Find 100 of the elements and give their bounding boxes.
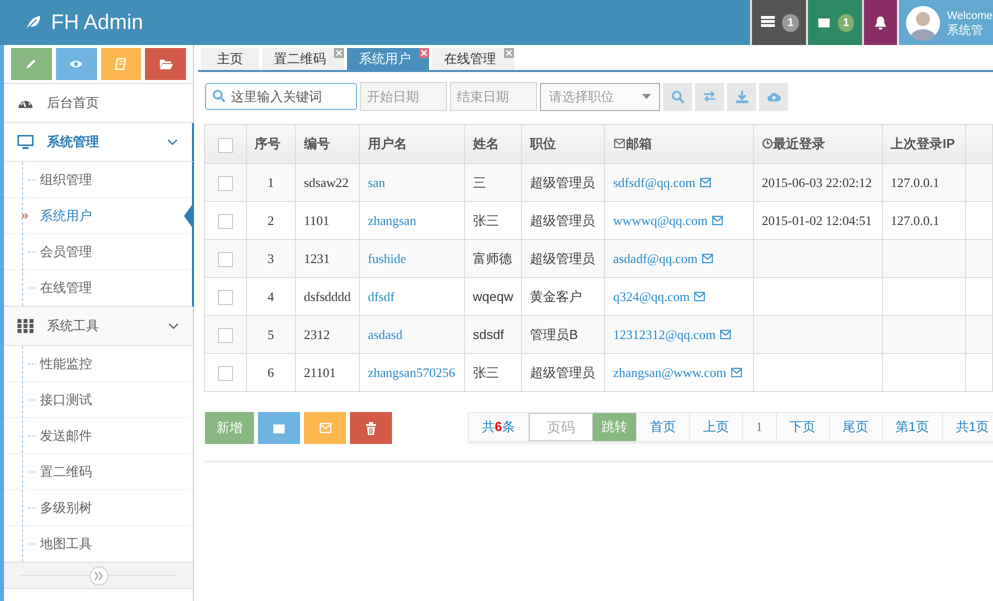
dash-icon (28, 435, 36, 437)
page-number-field[interactable]: 页码 (529, 413, 594, 441)
welcome-text: Welcome (947, 8, 993, 22)
start-date-field[interactable]: 开始日期 (360, 82, 447, 111)
dash-icon (28, 543, 36, 545)
table-cell: 3 (268, 250, 274, 266)
table-cell: 张三 (472, 364, 499, 380)
table-cell: 127.0.0.1 (890, 212, 940, 228)
end-date-field[interactable]: 结束日期 (450, 82, 537, 111)
table-cell: 2015-06-03 22:02:12 (762, 174, 872, 190)
checkbox[interactable] (218, 328, 233, 344)
username-link[interactable]: dfsdf (368, 288, 395, 304)
checkbox[interactable] (218, 366, 233, 382)
checkbox[interactable] (218, 214, 233, 230)
table-cell: sdsaw22 (304, 174, 349, 190)
eye-button[interactable] (56, 48, 96, 80)
collapse-toggle-icon (88, 566, 108, 586)
column-header[interactable]: 用户名 (368, 136, 407, 152)
submenu-item[interactable]: 置二维码 (4, 454, 193, 490)
submenu-item[interactable]: 发送邮件 (4, 418, 193, 454)
menu-label: 后台首页 (47, 94, 100, 112)
tab[interactable]: 在线管理 (432, 48, 514, 70)
column-header[interactable]: 编号 (304, 136, 330, 152)
table-cell: 超级管理员 (530, 250, 596, 266)
checkbox[interactable] (218, 290, 233, 306)
folder-button[interactable] (145, 48, 186, 80)
book-button[interactable] (100, 48, 142, 80)
menu-item[interactable]: 系统管理 (4, 123, 194, 162)
tab[interactable]: 置二维码 (262, 48, 344, 70)
exchange-button[interactable] (695, 82, 724, 110)
table-cell: 1231 (304, 250, 330, 266)
chevron-down-icon (168, 322, 179, 330)
grid-icon (16, 318, 35, 334)
email-button[interactable] (304, 412, 346, 444)
table-cell: sdsdf (472, 326, 504, 342)
delete-button[interactable] (350, 412, 392, 444)
table-cell: 21101 (304, 364, 336, 380)
upload-button[interactable] (759, 82, 788, 110)
book-icon (114, 57, 128, 71)
submenu-item[interactable]: 多级别树 (4, 490, 193, 526)
submenu-item[interactable]: 会员管理 (4, 234, 192, 270)
table-cell: 管理员B (530, 326, 578, 342)
close-icon (504, 48, 514, 58)
jump-button[interactable]: 跳转 (593, 413, 636, 441)
current-page[interactable]: 1 (742, 413, 776, 441)
submenu-item[interactable]: 地图工具 (4, 526, 193, 562)
table-cell: 6 (268, 364, 274, 380)
download-button[interactable] (727, 82, 756, 110)
double-chevron-icon (21, 212, 29, 220)
notification-button[interactable] (862, 0, 897, 45)
username-link[interactable]: asdasd (368, 326, 402, 342)
submenu-item[interactable]: 性能监控 (4, 346, 193, 382)
search-button[interactable] (663, 82, 692, 110)
notification-button[interactable]: 1 (806, 0, 862, 45)
dash-icon (28, 179, 36, 181)
page-link[interactable]: 首页 (636, 413, 690, 441)
submenu-item[interactable]: 接口测试 (4, 382, 193, 418)
table-cell: 超级管理员 (530, 212, 596, 228)
table-cell: 黄金客户 (530, 288, 582, 304)
tab[interactable]: 主页 (201, 48, 259, 70)
username-link[interactable]: san (368, 174, 386, 190)
cloud-upload-icon (765, 90, 782, 103)
monitor-icon (16, 134, 35, 150)
folder-icon (158, 57, 173, 71)
menu-label: 系统管理 (47, 133, 100, 152)
notification-button[interactable]: 1 (750, 0, 806, 45)
column-header[interactable]: 邮箱 (613, 136, 652, 152)
bell-icon (873, 14, 888, 30)
column-header[interactable]: 姓名 (472, 136, 499, 152)
submenu-item[interactable]: 在线管理 (4, 270, 192, 306)
message-button[interactable] (258, 412, 300, 444)
dash-icon (28, 471, 36, 473)
menu-item[interactable]: 系统工具 (4, 307, 193, 346)
column-header[interactable]: 最近登录 (762, 136, 825, 152)
dash-icon (28, 507, 36, 509)
pencil-button[interactable] (11, 48, 52, 80)
brand-title: FH Admin (51, 10, 144, 36)
page-link[interactable]: 上页 (689, 413, 742, 441)
page-link[interactable]: 下页 (776, 413, 829, 441)
checkbox[interactable] (218, 138, 233, 153)
username-link[interactable]: zhangsan (368, 212, 416, 228)
role-select[interactable]: 请选择职位 (540, 82, 660, 110)
add-button[interactable]: 新增 (205, 412, 254, 444)
table-cell: 超级管理员 (530, 174, 596, 190)
submenu-item[interactable]: 系统用户 (4, 198, 192, 234)
tab[interactable]: 系统用户 (347, 48, 429, 70)
column-header[interactable]: 职位 (530, 136, 556, 152)
page-link[interactable]: 第1页 (882, 413, 942, 441)
count-badge: 1 (782, 14, 799, 32)
page-link[interactable]: 共1页 (942, 413, 993, 441)
username-link[interactable]: fushide (368, 250, 406, 266)
checkbox[interactable] (218, 252, 233, 268)
submenu-item[interactable]: 组织管理 (4, 162, 192, 198)
checkbox[interactable] (218, 176, 233, 192)
table-cell: wqeqw (472, 288, 514, 304)
table-cell: 张三 (472, 212, 499, 228)
search-field[interactable]: 这里输入关键词 (205, 83, 357, 110)
user-menu[interactable]: Welcome 系统管 (897, 0, 993, 45)
page-link[interactable]: 尾页 (828, 413, 882, 441)
table-cell: 1 (268, 174, 274, 190)
